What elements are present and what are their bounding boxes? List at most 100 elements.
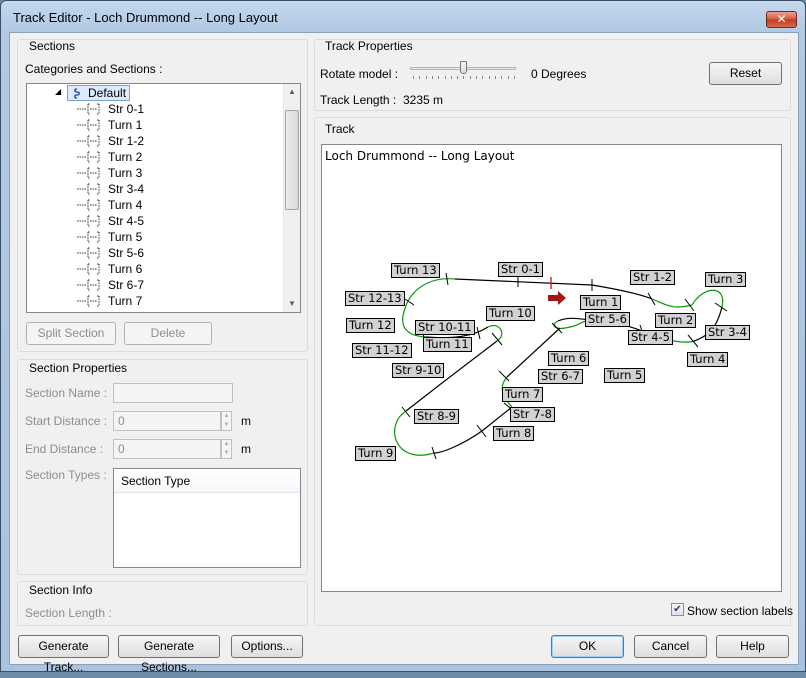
stepper-up-icon[interactable]: ▲: [222, 412, 231, 421]
track-section-label: Turn 10: [486, 306, 535, 321]
section-icon: [77, 103, 100, 115]
end-distance-input[interactable]: 0: [113, 439, 221, 459]
show-labels-checkbox[interactable]: ✔: [671, 603, 684, 616]
section-type-column-header[interactable]: Section Type: [114, 469, 300, 493]
section-icon: [77, 247, 100, 259]
track-section-label: Str 1-2: [630, 270, 675, 285]
slider-tick: [450, 76, 452, 79]
track-section-label: Turn 2: [655, 313, 697, 328]
collapse-arrow-icon[interactable]: ◢: [55, 87, 61, 96]
start-distance-input[interactable]: 0: [113, 411, 221, 431]
track-header: Track: [325, 122, 355, 136]
track-editor-window: Track Editor - Loch Drummond -- Long Lay…: [0, 0, 806, 674]
section-name-label: Section Name :: [25, 386, 108, 400]
track-straight-8-9: [405, 382, 443, 412]
split-section-button[interactable]: Split Section: [26, 322, 116, 345]
reset-button[interactable]: Reset: [709, 62, 782, 85]
track-section-label: Str 12-13: [345, 291, 405, 306]
close-button[interactable]: ✕: [766, 11, 797, 28]
tree-item-label: Turn 1: [108, 118, 143, 132]
track-map: [394, 272, 728, 460]
slider-tick: [494, 76, 496, 79]
stepper-down-icon[interactable]: ▼: [222, 421, 231, 430]
section-icon: [77, 295, 100, 307]
track-straight-0-1: [454, 278, 593, 286]
help-button[interactable]: Help: [716, 635, 789, 658]
tree-item-label: Turn 7: [108, 294, 143, 308]
track-properties-header: Track Properties: [325, 39, 413, 53]
slider-tick: [501, 76, 503, 79]
slider-tick: [513, 76, 515, 79]
track-section-label: Turn 12: [346, 318, 395, 333]
tree-vertical-scrollbar[interactable]: ▲ ▼: [283, 84, 300, 312]
slider-thumb[interactable]: [460, 61, 467, 74]
slider-tick: [507, 76, 509, 79]
tree-item-label: Str 5-6: [108, 246, 145, 260]
scroll-up-icon[interactable]: ▲: [284, 84, 300, 100]
track-section-label: Str 5-6: [585, 312, 630, 327]
track-canvas[interactable]: Loch Drummond -- Long Layout Str 0-1 Tur…: [321, 144, 782, 592]
category-icon: [74, 88, 80, 99]
ok-button[interactable]: OK: [551, 635, 624, 658]
scroll-thumb[interactable]: [285, 110, 299, 210]
tree-root-default[interactable]: Default: [67, 85, 131, 101]
title-bar[interactable]: Track Editor - Loch Drummond -- Long Lay…: [1, 1, 805, 35]
tree-item-label: Turn 4: [108, 198, 143, 212]
window-title: Track Editor - Loch Drummond -- Long Lay…: [13, 10, 278, 25]
section-name-input[interactable]: [113, 383, 233, 403]
section-icon: [77, 231, 100, 243]
tree-root-label: Default: [88, 86, 127, 100]
direction-arrow-icon: [548, 291, 566, 305]
section-properties-header: Section Properties: [29, 361, 128, 375]
track-section-label: Turn 5: [604, 368, 646, 383]
track-section-label: Turn 3: [705, 272, 747, 287]
track-section-label: Turn 1: [580, 295, 622, 310]
section-icon: [77, 199, 100, 211]
start-distance-stepper[interactable]: ▲ ▼: [221, 411, 232, 431]
generate-track-button[interactable]: Generate Track...: [18, 635, 109, 674]
section-icon: [77, 279, 100, 291]
stepper-down-icon[interactable]: ▼: [222, 449, 231, 458]
section-icon: [77, 135, 100, 147]
track-section-label: Turn 6: [548, 351, 590, 366]
sections-tree[interactable]: ◢ Default Str 0-1 Turn 1 Str 1-2 Turn 2 Turn…: [26, 83, 301, 313]
slider-tick: [431, 76, 433, 79]
track-turn-10: [487, 325, 503, 342]
rotate-model-label: Rotate model :: [320, 67, 399, 81]
dialog-client-area: Sections Categories and Sections : ◢ Def…: [9, 32, 799, 674]
section-icon: [77, 215, 100, 227]
tree-item-label: Turn 6: [108, 262, 143, 276]
track-section-label: Str 4-5: [628, 330, 673, 345]
cancel-button[interactable]: Cancel: [634, 635, 707, 658]
section-length-label: Section Length :: [25, 606, 112, 620]
end-distance-label: End Distance :: [25, 442, 104, 456]
track-section-label: Str 7-8: [510, 407, 555, 422]
rotate-value: 0 Degrees: [531, 67, 587, 81]
tree-item-label: Str 0-1: [108, 102, 145, 116]
tree-item-label: Str 1-2: [108, 134, 145, 148]
slider-tick: [482, 76, 484, 79]
track-section-label: Str 11-12: [352, 343, 412, 358]
slider-tick: [476, 76, 477, 79]
slider-tick: [457, 76, 459, 79]
track-section-label: Str 0-1: [498, 262, 543, 277]
end-distance-unit: m: [241, 442, 251, 456]
section-types-label: Section Types :: [25, 468, 107, 482]
track-section-label: Str 10-11: [415, 320, 475, 335]
rotate-model-slider[interactable]: [407, 61, 519, 81]
delete-button[interactable]: Delete: [124, 322, 212, 345]
scroll-down-icon[interactable]: ▼: [284, 296, 300, 312]
stepper-up-icon[interactable]: ▲: [222, 440, 231, 449]
track-section-label: Str 9-10: [392, 363, 445, 378]
start-distance-unit: m: [241, 414, 251, 428]
track-turn-8: [433, 430, 483, 454]
options-button[interactable]: Options...: [231, 635, 303, 658]
section-types-list[interactable]: Section Type: [113, 468, 301, 568]
tree-item-label: Str 3-4: [108, 182, 145, 196]
track-length-label: Track Length :: [320, 93, 397, 107]
end-distance-stepper[interactable]: ▲ ▼: [221, 439, 232, 459]
generate-sections-button[interactable]: Generate Sections...: [118, 635, 220, 674]
track-section-label: Turn 11: [423, 337, 472, 352]
show-labels-label[interactable]: Show section labels: [687, 604, 793, 618]
sections-header: Sections: [29, 39, 76, 53]
